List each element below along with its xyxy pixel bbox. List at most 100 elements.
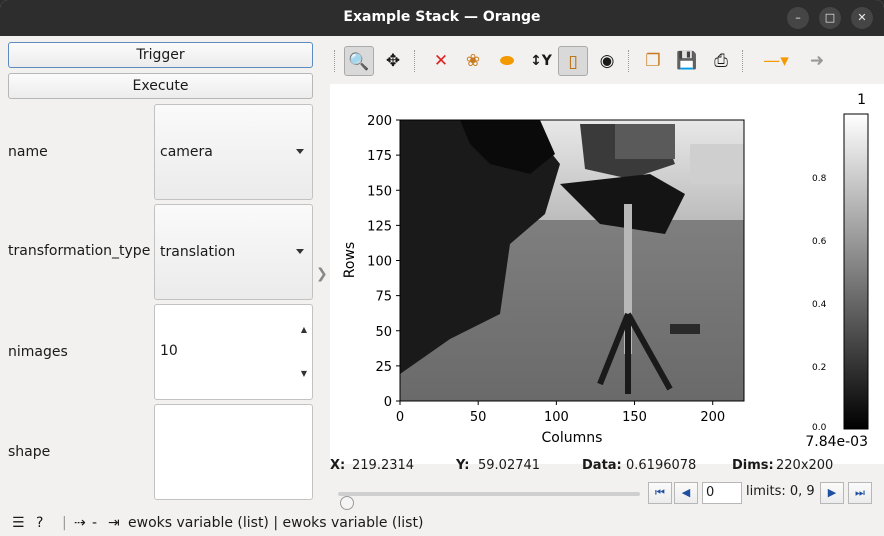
save-icon[interactable]: 💾 (672, 46, 702, 76)
shape-input[interactable] (154, 404, 313, 500)
input-status: - (92, 515, 98, 531)
reset-zoom-icon[interactable]: ✕ (426, 46, 456, 76)
pan-icon[interactable]: ✥ (378, 46, 408, 76)
nimages-value: 10 (160, 343, 178, 359)
x-coord-label: X: (330, 458, 346, 473)
frame-index-input[interactable]: 0 (702, 482, 742, 504)
input-icon[interactable]: ⇢ (74, 515, 86, 531)
channel-status: ewoks variable (list) | ewoks variable (… (128, 515, 424, 531)
param-label-shape: shape (8, 444, 51, 460)
y-tick-label: 200 (367, 114, 392, 129)
x-coord-value: 219.2314 (352, 458, 415, 473)
camera-image (400, 120, 744, 401)
previous-frame-button[interactable]: ◀ (674, 482, 698, 504)
y-coord-value: 59.02741 (478, 458, 541, 473)
y-tick-label: 50 (375, 325, 392, 340)
y-tick-label: 100 (367, 255, 392, 270)
stack-view-panel: 🔍 ✥ ✕ ❀ ⬬ ↕Y ▯ ◉ ❐ 💾 ⎙ —▾ ➜ 0 25 50 75 1… (330, 36, 884, 510)
y-coord-label: Y: (456, 458, 470, 473)
output-icon[interactable]: ⇥ (108, 515, 120, 531)
copy-icon[interactable]: ❐ (638, 46, 668, 76)
zoom-icon[interactable]: 🔍 (344, 46, 374, 76)
x-axis-label: Columns (542, 430, 603, 446)
splitter-chevron-icon[interactable]: ❯ (316, 266, 328, 282)
chevron-down-icon (296, 149, 304, 154)
y-tick-label: 75 (375, 290, 392, 305)
chevron-down-icon (296, 249, 304, 254)
frame-browser: ⏮ ◀ 0 limits: 0, 9 ▶ ⏭ (330, 482, 884, 510)
y-tick-label: 125 (367, 219, 392, 234)
trigger-button[interactable]: Trigger (8, 42, 313, 68)
profile-line-icon[interactable]: —▾ (756, 46, 796, 76)
image-plot[interactable]: 0 25 50 75 100 125 150 175 200 0 50 100 150 200 Colu… (330, 84, 884, 464)
plot-area[interactable]: 0 25 50 75 100 125 150 175 200 0 50 100 150 200 Colu… (330, 84, 884, 464)
frame-limits: limits: 0, 9 (746, 484, 815, 499)
status-bar: ☰ ? | ⇢ - ⇥ ewoks variable (list) | ewok… (0, 510, 884, 536)
y-tick-label: 25 (375, 360, 392, 375)
colormap-icon[interactable]: ❀ (458, 46, 488, 76)
x-axis-ticks: 0 50 100 150 200 (396, 401, 725, 425)
toolbar-separator (628, 50, 629, 72)
colorbar-tick-label: 0.0 (812, 423, 827, 433)
maximize-icon[interactable]: □ (819, 7, 841, 29)
colorbar-tick-label: 0.4 (812, 300, 827, 310)
last-frame-button[interactable]: ⏭ (848, 482, 872, 504)
y-axis-ticks: 0 25 50 75 100 125 150 175 200 (367, 114, 400, 410)
param-label-nimages: nimages (8, 344, 68, 360)
param-label-transformation-type: transformation_type (8, 243, 151, 259)
execute-button[interactable]: Execute (8, 73, 313, 99)
next-frame-button[interactable]: ▶ (820, 482, 844, 504)
name-combo-value: camera (160, 144, 213, 160)
colorbar-toggle-icon[interactable]: ▯ (558, 46, 588, 76)
colorbar (843, 113, 869, 430)
colorbar-ticks: 0.0 0.2 0.4 0.6 0.8 (812, 174, 827, 433)
spin-down-icon[interactable]: ▼ (299, 369, 309, 379)
clear-profile-icon[interactable]: ➜ (802, 46, 832, 76)
param-label-name: name (8, 144, 48, 160)
y-axis-label: Rows (342, 242, 358, 278)
toolbar-separator (742, 50, 743, 72)
colorbar-tick-label: 0.6 (812, 237, 827, 247)
app-window: Example Stack — Orange – □ ✕ Trigger Exe… (0, 0, 884, 536)
colorbar-tick-label: 0.2 (812, 363, 826, 373)
x-tick-label: 150 (622, 410, 647, 425)
x-tick-label: 50 (470, 410, 487, 425)
frame-slider[interactable] (338, 492, 640, 510)
toolbar-separator (334, 50, 335, 72)
x-tick-label: 0 (396, 410, 404, 425)
status-separator: | (62, 515, 67, 531)
y-tick-label: 175 (367, 149, 392, 164)
name-combo[interactable]: camera (154, 104, 313, 200)
colorbar-max-label: 1 (857, 92, 866, 108)
mask-icon[interactable]: ◉ (592, 46, 622, 76)
parameters-panel: Trigger Execute name camera transformati… (0, 36, 318, 510)
print-icon[interactable]: ⎙ (706, 46, 736, 76)
help-icon[interactable]: ? (36, 515, 43, 531)
first-frame-button[interactable]: ⏮ (648, 482, 672, 504)
window-title: Example Stack — Orange (343, 9, 541, 25)
title-bar: Example Stack — Orange – □ ✕ (0, 0, 884, 36)
dims-value: 220x200 (776, 458, 834, 473)
menu-icon[interactable]: ☰ (12, 515, 25, 531)
toolbar-separator (414, 50, 415, 72)
x-tick-label: 200 (700, 410, 725, 425)
x-tick-label: 100 (544, 410, 569, 425)
plot-toolbar: 🔍 ✥ ✕ ❀ ⬬ ↕Y ▯ ◉ ❐ 💾 ⎙ —▾ ➜ (330, 42, 884, 80)
y-axis-icon[interactable]: ↕Y (526, 46, 556, 76)
dims-label: Dims: (732, 458, 774, 473)
data-value-label: Data: (582, 458, 622, 473)
minimize-icon[interactable]: – (787, 7, 809, 29)
y-tick-label: 150 (367, 184, 392, 199)
spin-up-icon[interactable]: ▲ (299, 325, 309, 335)
colorbar-tick-label: 0.8 (812, 174, 827, 184)
colorbar-min-label: 7.84e-03 (805, 434, 868, 450)
coordinates-bar: X: 219.2314 Y: 59.02741 Data: 0.6196078 … (330, 458, 884, 478)
nimages-spinbox[interactable]: 10 ▲ ▼ (154, 304, 313, 400)
data-value: 0.6196078 (626, 458, 697, 473)
frame-slider-handle[interactable] (340, 496, 354, 510)
y-tick-label: 0 (384, 395, 392, 410)
transformation-type-combo[interactable]: translation (154, 204, 313, 300)
roi-shape-icon[interactable]: ⬬ (492, 46, 522, 76)
close-icon[interactable]: ✕ (851, 7, 873, 29)
transformation-type-value: translation (160, 244, 236, 260)
